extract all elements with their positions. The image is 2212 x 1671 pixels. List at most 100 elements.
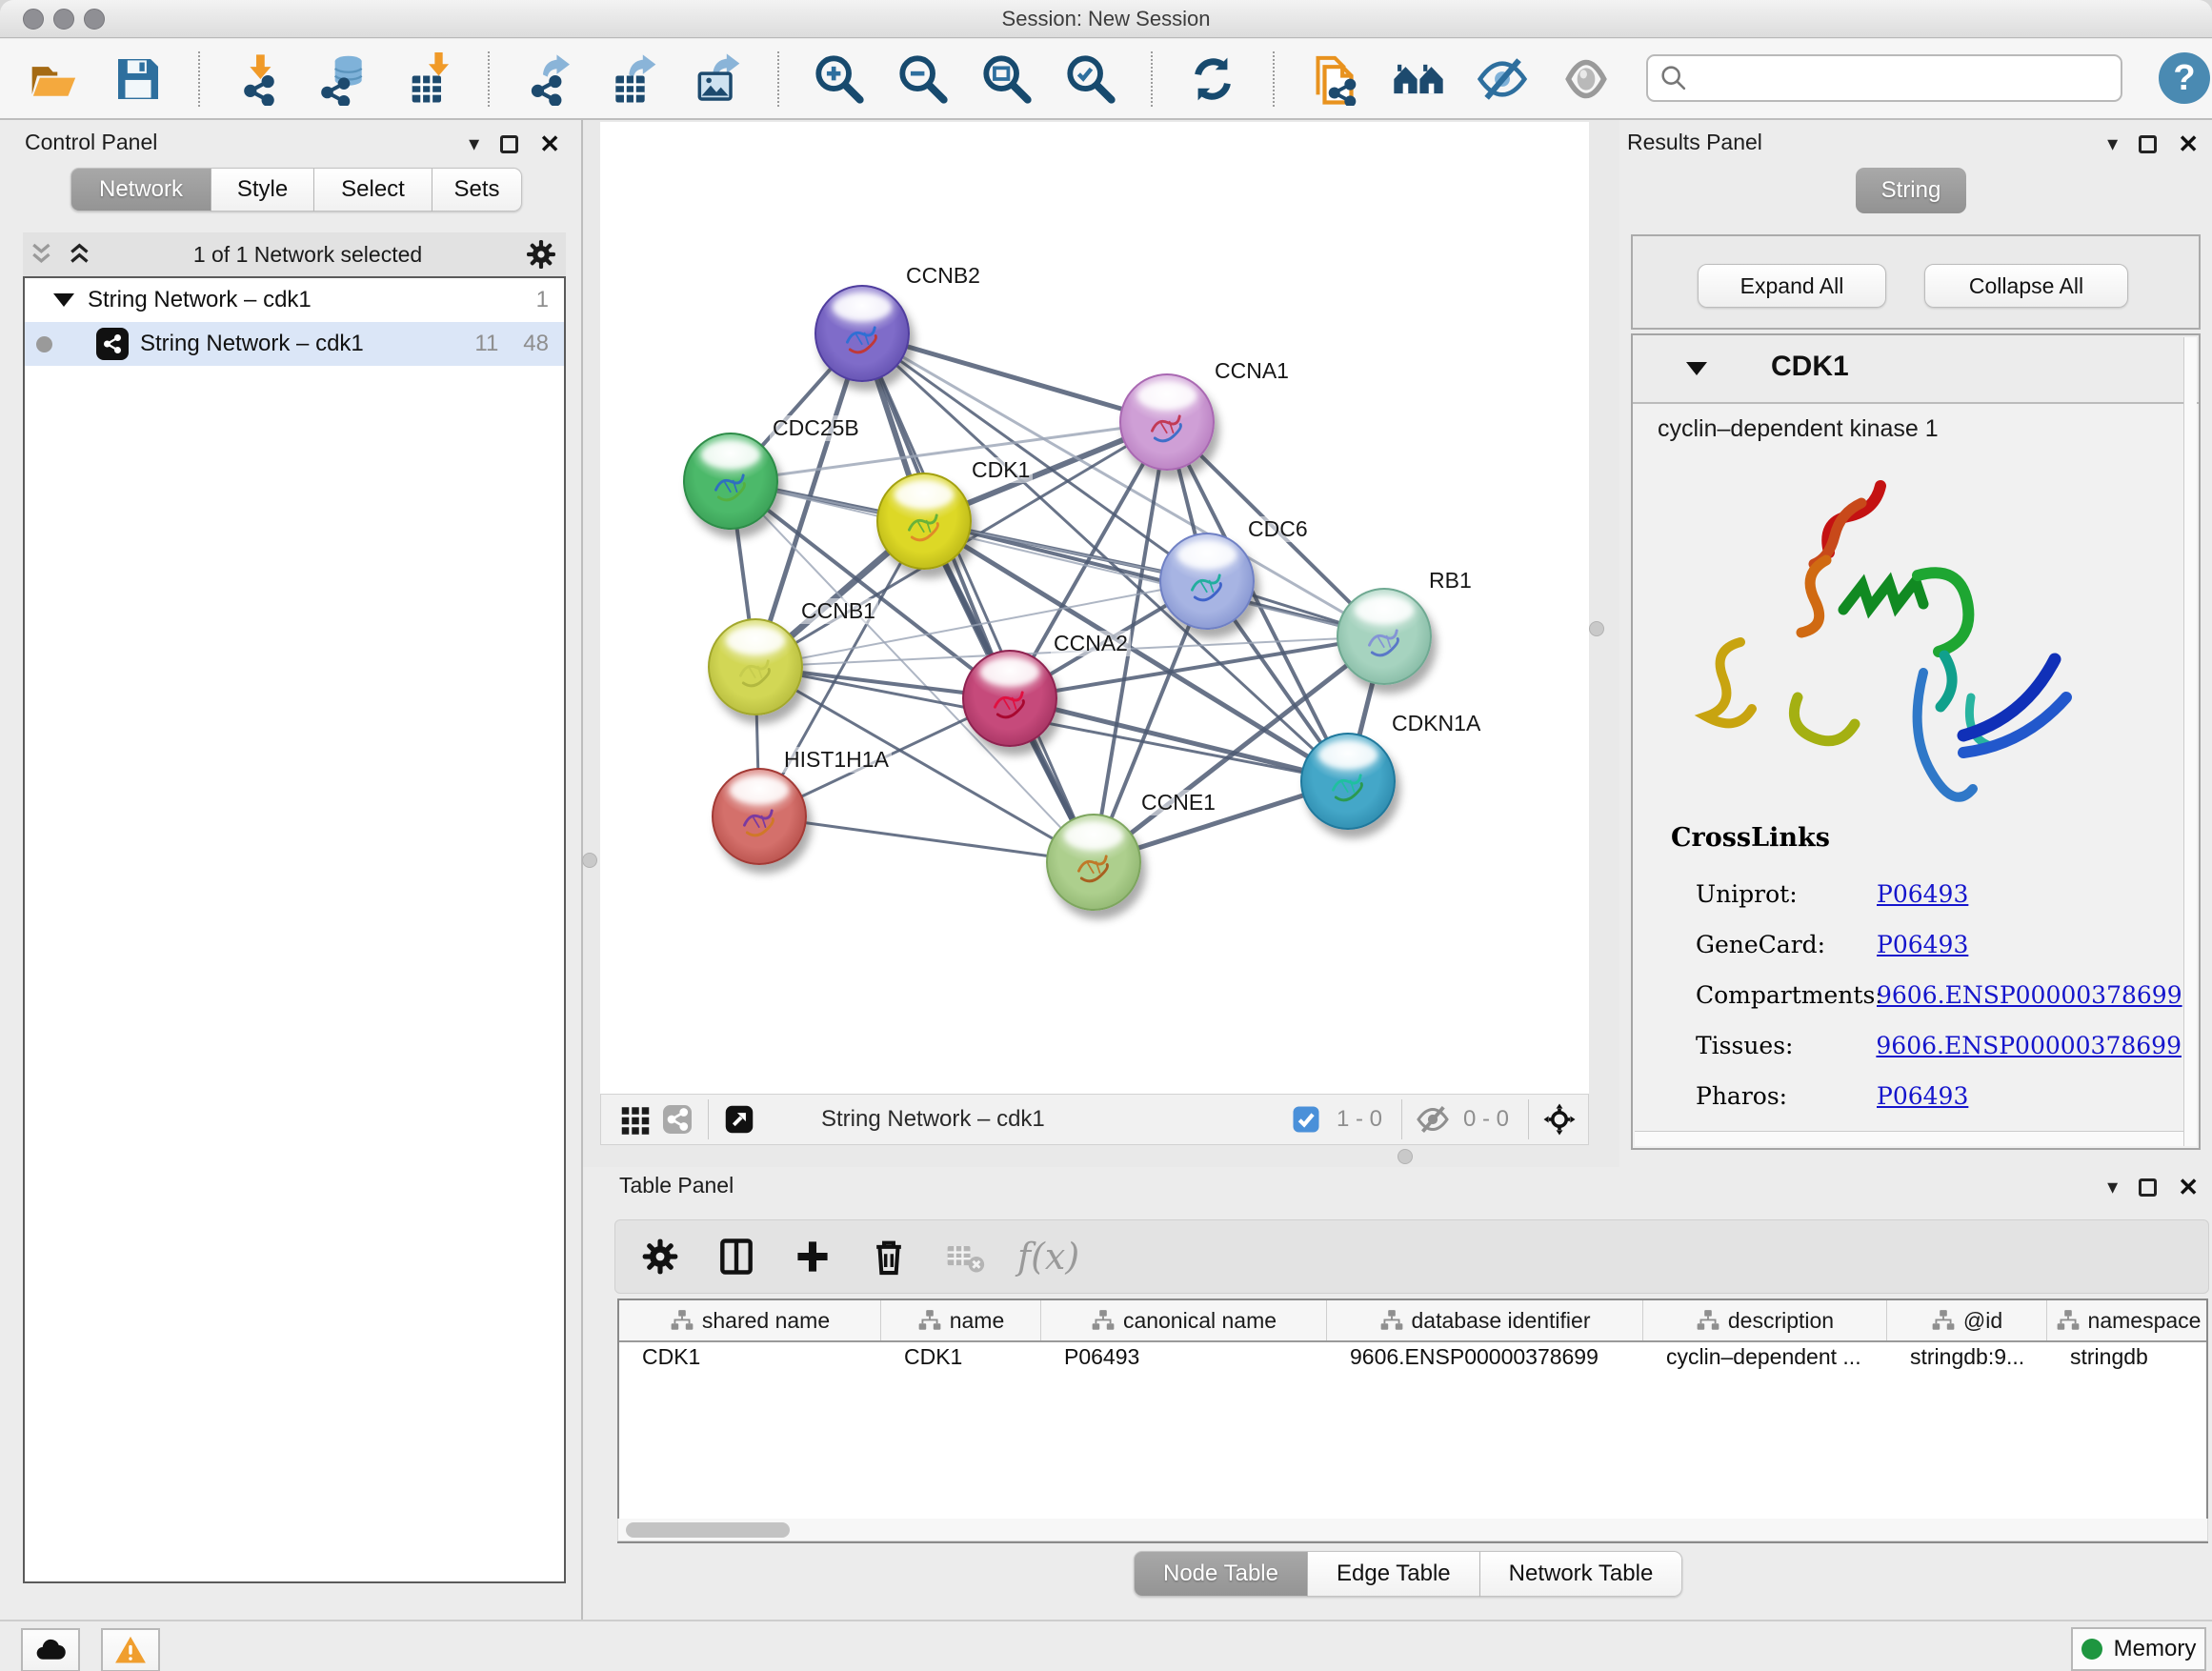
import-network-file-icon[interactable] xyxy=(231,50,290,109)
results-hscrollbar[interactable] xyxy=(1635,1131,2185,1146)
vertical-splitter-handle[interactable] xyxy=(1589,621,1604,636)
node-RB1[interactable] xyxy=(1337,588,1432,685)
zoom-out-icon[interactable] xyxy=(894,50,953,109)
crosslink-value[interactable]: P06493 xyxy=(1877,1082,1968,1110)
node-CCNA2[interactable] xyxy=(962,650,1057,747)
share-document-icon[interactable] xyxy=(1305,50,1364,109)
table-gear-icon[interactable] xyxy=(636,1233,684,1280)
collapse-all-button[interactable]: Collapse All xyxy=(1924,264,2128,308)
column-header-namespace[interactable]: namespace xyxy=(2047,1300,2208,1340)
node-CCNA1[interactable] xyxy=(1119,373,1215,471)
results-panel: Results Panel ▾ ✕ String Expand All Coll… xyxy=(1619,120,2212,1167)
tab-select[interactable]: Select xyxy=(314,168,432,211)
crosslink-value[interactable]: P06493 xyxy=(1877,931,1968,958)
results-vscrollbar[interactable] xyxy=(2183,337,2197,1146)
collection-expand-icon[interactable] xyxy=(53,293,74,307)
table-row[interactable]: CDK1CDK1P064939606.ENSP00000378699cyclin… xyxy=(619,1342,2206,1375)
crosslink-value[interactable]: 9606.ENSP00000378699 xyxy=(1877,981,2182,1009)
split-columns-icon[interactable] xyxy=(713,1233,760,1280)
network-canvas[interactable]: CCNB2 CCNA1 CDC25B CDK1 CDC6 RB1 CCNB1 C… xyxy=(600,122,1589,1094)
help-button[interactable]: ? xyxy=(2159,52,2210,104)
table-hscrollbar[interactable] xyxy=(617,1519,2208,1541)
tab-string[interactable]: String xyxy=(1856,168,1966,213)
warning-button[interactable] xyxy=(101,1628,160,1671)
network-view-toolbar: String Network – cdk1 1 - 0 0 - 0 xyxy=(600,1094,1589,1145)
selected-checkbox-icon[interactable] xyxy=(1285,1098,1327,1140)
home-pages-icon[interactable] xyxy=(1389,50,1448,109)
zoom-selected-icon[interactable] xyxy=(1061,50,1120,109)
column-header-canonical-name[interactable]: canonical name xyxy=(1041,1300,1327,1340)
table-hscroll-thumb[interactable] xyxy=(626,1522,790,1538)
entry-expand-icon[interactable] xyxy=(1686,362,1707,375)
crosshair-pan-icon[interactable] xyxy=(1538,1098,1580,1140)
node-CCNB2[interactable] xyxy=(814,285,910,382)
hidden-eye-slash-icon[interactable] xyxy=(1412,1098,1454,1140)
tab-network[interactable]: Network xyxy=(70,168,211,211)
network-row[interactable]: String Network – cdk1 11 48 xyxy=(25,322,564,366)
import-table-icon[interactable] xyxy=(398,50,457,109)
crosslinks-list: Uniprot:P06493GeneCard:P06493Compartment… xyxy=(1696,869,2182,1121)
panel-menu-icon[interactable]: ▾ xyxy=(2107,133,2118,154)
horizontal-splitter-handle[interactable] xyxy=(1398,1149,1413,1164)
panel-close-icon[interactable]: ✕ xyxy=(2178,1175,2199,1199)
add-entry-icon[interactable] xyxy=(789,1233,836,1280)
control-panel-title: Control Panel xyxy=(25,130,157,155)
node-CCNB1[interactable] xyxy=(708,618,803,715)
panel-menu-icon[interactable]: ▾ xyxy=(469,133,479,154)
tab-edge-table[interactable]: Edge Table xyxy=(1308,1551,1480,1597)
node-CCNE1[interactable] xyxy=(1046,814,1141,911)
node-CDC6[interactable] xyxy=(1159,533,1255,630)
vertical-splitter-handle[interactable] xyxy=(582,853,597,868)
delete-entry-icon[interactable] xyxy=(865,1233,913,1280)
network-collection-row[interactable]: String Network – cdk1 1 xyxy=(25,278,564,322)
panel-float-icon[interactable] xyxy=(2139,1178,2157,1197)
node-CDK1[interactable] xyxy=(876,473,972,570)
column-header-shared-name[interactable]: shared name xyxy=(619,1300,881,1340)
network-options-gear-icon[interactable] xyxy=(516,237,566,272)
table-body: CDK1CDK1P064939606.ENSP00000378699cyclin… xyxy=(619,1342,2206,1375)
node-HIST1H1A[interactable] xyxy=(712,768,807,865)
open-session-icon[interactable] xyxy=(25,50,84,109)
panel-close-icon[interactable]: ✕ xyxy=(539,131,560,156)
birdseye-view-icon[interactable] xyxy=(718,1098,760,1140)
save-session-icon[interactable] xyxy=(109,50,168,109)
crosslink-value[interactable]: P06493 xyxy=(1877,880,1968,908)
column-header-name[interactable]: name xyxy=(881,1300,1041,1340)
grid-view-icon[interactable] xyxy=(614,1098,656,1140)
node-CDKN1A[interactable] xyxy=(1300,733,1396,830)
column-header-database-identifier[interactable]: database identifier xyxy=(1327,1300,1643,1340)
toolbar-separator xyxy=(708,1099,709,1139)
export-network-icon[interactable] xyxy=(520,50,579,109)
panel-float-icon[interactable] xyxy=(2139,135,2157,153)
tab-sets[interactable]: Sets xyxy=(432,168,522,211)
column-header--id[interactable]: @id xyxy=(1887,1300,2047,1340)
export-image-icon[interactable] xyxy=(688,50,747,109)
memory-button[interactable]: Memory xyxy=(2071,1627,2206,1671)
collapse-all-networks-icon[interactable] xyxy=(23,240,61,269)
tab-style[interactable]: Style xyxy=(211,168,314,211)
share-network-icon[interactable] xyxy=(656,1098,698,1140)
panel-close-icon[interactable]: ✕ xyxy=(2178,131,2199,156)
refresh-view-icon[interactable] xyxy=(1183,50,1242,109)
zoom-in-icon[interactable] xyxy=(810,50,869,109)
tab-node-table[interactable]: Node Table xyxy=(1134,1551,1308,1597)
hide-selected-icon[interactable] xyxy=(1473,50,1532,109)
tab-network-table[interactable]: Network Table xyxy=(1480,1551,1683,1597)
import-network-database-icon[interactable] xyxy=(314,50,373,109)
cloud-button[interactable] xyxy=(21,1628,80,1671)
expand-all-button[interactable]: Expand All xyxy=(1698,264,1886,308)
crosslink-value[interactable]: 9606.ENSP00000378699 xyxy=(1876,1032,2182,1059)
column-header-description[interactable]: description xyxy=(1643,1300,1887,1340)
export-table-icon[interactable] xyxy=(604,50,663,109)
search-box[interactable] xyxy=(1646,54,2122,102)
edge-count: 48 xyxy=(523,331,549,357)
node-CDC25B[interactable] xyxy=(683,433,778,530)
panel-menu-icon[interactable]: ▾ xyxy=(2107,1177,2118,1198)
expand-all-networks-icon[interactable] xyxy=(61,240,99,269)
protein-squiggle xyxy=(982,675,1037,732)
panel-float-icon[interactable] xyxy=(500,135,518,153)
gene-entry-header[interactable]: CDK1 xyxy=(1633,335,2199,404)
search-input[interactable] xyxy=(1690,59,2121,97)
zoom-fit-icon[interactable] xyxy=(977,50,1036,109)
show-all-icon[interactable] xyxy=(1557,50,1616,109)
